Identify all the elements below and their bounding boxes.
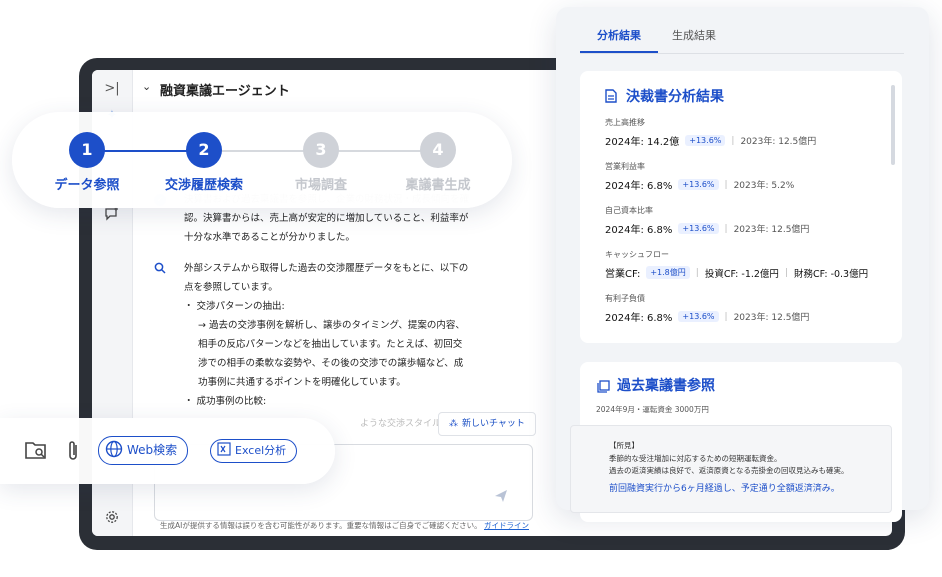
step-4-circle[interactable]: 4 xyxy=(420,132,456,168)
bullet-title: ・ 交渉パターンの抽出: xyxy=(184,301,285,312)
disclaimer: 生成AIが提供する情報は誤りを含む可能性があります。重要な情報はご自身でご確認く… xyxy=(160,520,529,531)
metric-row: 営業CF: +1.8億円 | 投資CF: -1.2億円 | 財務CF: -0.3… xyxy=(605,265,868,280)
tab-generated[interactable]: 生成結果 xyxy=(672,27,716,43)
sparkle-icon: ⁂ xyxy=(449,419,458,429)
step-1-label: データ参照 xyxy=(54,178,120,193)
excel-analysis-toggle[interactable]: Excel分析 xyxy=(210,439,298,463)
stack-icon xyxy=(597,378,610,397)
metric-row: 2024年: 14.2億 +13.6% | 2023年: 12.5億円 xyxy=(605,133,816,148)
divider: | xyxy=(724,223,728,234)
divider: | xyxy=(695,267,699,278)
metric-row: 2024年: 6.8% +13.6% | 2023年: 5.2% xyxy=(605,177,794,192)
input-toolbar: Web検索 Excel分析 xyxy=(0,418,335,484)
chat-message: ✓ 決算書および過去稟議書を参照し、企業の財務状況・成長傾向を確 認。決算書から… xyxy=(154,190,566,411)
step-4-label: 稟議書生成 xyxy=(405,178,471,193)
metric-compare: 投資CF: -1.2億円 xyxy=(704,268,779,280)
change-badge: +1.8億円 xyxy=(646,266,690,279)
quote-highlight: 前回融資実行から6ヶ月経過し、予定通り全額返済済み。 xyxy=(609,484,840,494)
page-title: 融資稟議エージェント xyxy=(160,84,290,99)
message-line: 外部システムから取得した過去の交渉履歴データをもとに、以下の xyxy=(184,263,469,274)
metric-compare: 2023年: 5.2% xyxy=(733,181,795,191)
sidebar-toggle-icon[interactable]: >| xyxy=(102,79,122,99)
metric-label: 有利子負債 xyxy=(605,294,645,303)
bullet-title: ・ 成功事例の比較: xyxy=(184,396,267,407)
globe-icon xyxy=(105,440,123,458)
change-badge: +13.6% xyxy=(678,223,719,234)
web-search-toggle[interactable]: Web検索 xyxy=(98,436,189,465)
divider: | xyxy=(724,179,728,190)
bullet-line: 功事例に共通するポイントを明確化しています。 xyxy=(198,377,406,388)
message-line: 点を参照しています。 xyxy=(184,282,278,293)
message-line: 十分な水準であることが分かりました。 xyxy=(184,232,355,243)
past-subtitle: 2024年9月・運転資金 3000万円 xyxy=(596,405,709,414)
step-1-circle[interactable]: 1 xyxy=(69,132,105,168)
metric-value: 2024年: 6.8% xyxy=(605,313,673,324)
bullet-line: 渉での相手の柔軟な姿勢や、その後の交渉での譲歩幅など、成 xyxy=(198,358,464,369)
bullet-line: → 過去の交渉事例を解析し、譲歩のタイミング、提案の内容、 xyxy=(198,320,465,331)
scrollbar[interactable] xyxy=(891,85,895,165)
disclaimer-text: 生成AIが提供する情報は誤りを含む可能性があります。重要な情報はご自身でご確認く… xyxy=(160,521,482,530)
tab-divider xyxy=(580,53,904,54)
step-2-circle[interactable]: 2 xyxy=(186,132,222,168)
web-search-label: Web検索 xyxy=(127,443,178,457)
folder-search-icon[interactable] xyxy=(24,439,48,465)
step-3-label: 市場調査 xyxy=(294,178,347,193)
attachment-icon[interactable] xyxy=(66,439,80,467)
metric-value: 2024年: 6.8% xyxy=(605,181,673,192)
bullet-line: 相手の反応パターンなどを抽出しています。たとえば、初回交 xyxy=(198,339,463,350)
analysis-title: 決裁書分析結果 xyxy=(626,89,724,105)
tab-analysis[interactable]: 分析結果 xyxy=(597,27,641,43)
quote-heading: 【所見】 xyxy=(609,441,639,450)
metric-value: 営業CF: xyxy=(605,269,641,280)
chevron-down-icon[interactable]: ⌄ xyxy=(142,80,151,93)
new-chat-icon[interactable] xyxy=(102,206,122,226)
divider: | xyxy=(724,311,728,322)
progress-stepper: 1 2 3 4 データ参照 交渉履歴検索 市場調査 稟議書生成 xyxy=(12,112,512,208)
metric-label: 自己資本比率 xyxy=(605,206,653,215)
message-line: 認。決算書からは、売上高が安定的に増加していること、利益率が xyxy=(184,213,469,224)
metric-compare: 2023年: 12.5億円 xyxy=(733,225,810,235)
document-icon xyxy=(605,88,617,107)
metric-row: 2024年: 6.8% +13.6% | 2023年: 12.5億円 xyxy=(605,221,809,236)
change-badge: +13.6% xyxy=(685,135,726,146)
metric-compare: 2023年: 12.5億円 xyxy=(740,137,817,147)
settings-icon[interactable] xyxy=(102,510,122,530)
quote-box: 【所見】 季節的な受注増加に対応するための短期運転資金。 過去の返済実績は良好で… xyxy=(570,425,892,513)
metric-label: 売上高推移 xyxy=(605,118,645,127)
search-icon xyxy=(154,261,166,280)
metric-compare: 財務CF: -0.3億円 xyxy=(793,268,869,280)
past-title: 過去稟議書参照 xyxy=(617,378,715,394)
change-badge: +13.6% xyxy=(678,179,719,190)
quote-line: 季節的な受注増加に対応するための短期運転資金。 xyxy=(609,454,782,463)
new-chat-label: 新しいチャット xyxy=(462,419,525,429)
send-icon[interactable] xyxy=(494,488,508,502)
divider: | xyxy=(784,267,788,278)
guideline-link[interactable]: ガイドライン xyxy=(484,521,529,530)
metric-label: 営業利益率 xyxy=(605,162,645,171)
divider: | xyxy=(731,135,735,146)
step-3-circle[interactable]: 3 xyxy=(303,132,339,168)
metric-row: 2024年: 6.8% +13.6% | 2023年: 12.5億円 xyxy=(605,309,809,324)
metric-value: 2024年: 6.8% xyxy=(605,225,673,236)
excel-icon xyxy=(217,442,231,456)
quote-line: 過去の返済実績は良好で、返済原資となる売掛金の回収見込みも確実。 xyxy=(609,466,849,475)
analysis-card: 決裁書分析結果 売上高推移 2024年: 14.2億 +13.6% | 2023… xyxy=(580,71,902,343)
change-badge: +13.6% xyxy=(678,311,719,322)
metric-label: キャッシュフロー xyxy=(605,250,669,259)
new-chat-button[interactable]: ⁂ 新しいチャット xyxy=(438,412,536,436)
excel-label: Excel分析 xyxy=(235,444,287,457)
metric-value: 2024年: 14.2億 xyxy=(605,137,680,148)
metric-compare: 2023年: 12.5億円 xyxy=(733,313,810,323)
step-2-label: 交渉履歴検索 xyxy=(164,178,243,193)
